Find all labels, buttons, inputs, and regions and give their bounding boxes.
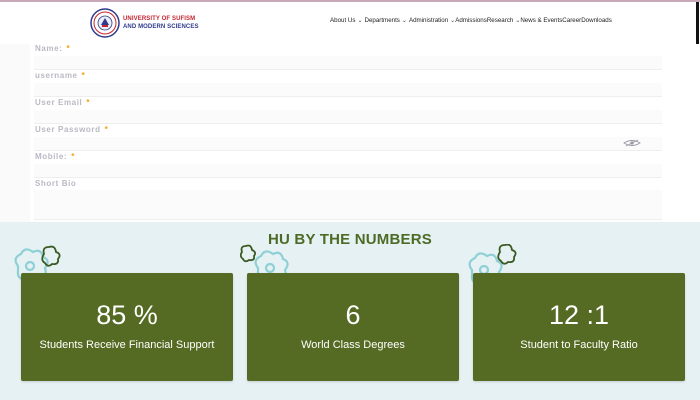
user-password-label: User Password *	[35, 125, 109, 134]
required-marker: *	[81, 71, 86, 80]
nav-about-us[interactable]: About Us ⌄	[330, 17, 362, 24]
stat-label: Students Receive Financial Support	[39, 339, 215, 351]
nav-news-events[interactable]: News & Events	[520, 17, 562, 24]
required-marker: *	[71, 152, 75, 161]
section-title: HU BY THE NUMBERS	[268, 231, 432, 248]
stat-card-faculty-ratio: 12 :1 Student to Faculty Ratio	[473, 273, 685, 381]
short-bio-field[interactable]	[34, 190, 662, 220]
stat-value: 6	[345, 300, 361, 330]
required-marker: *	[66, 44, 71, 53]
logo-wordmark: UNIVERSITY OF SUFISM AND MODERN SCIENCES	[123, 15, 199, 31]
mobile-label: Mobile: *	[35, 152, 75, 161]
user-password-field[interactable]	[34, 137, 662, 151]
stat-card-degrees: 6 World Class Degrees	[247, 273, 459, 381]
stat-value: 85 %	[96, 300, 158, 330]
site-logo[interactable]: UNIVERSITY OF SUFISM AND MODERN SCIENCES	[90, 7, 199, 39]
short-bio-label: Short Bio	[35, 179, 77, 188]
stat-value: 12 :1	[548, 300, 610, 330]
name-field[interactable]	[34, 56, 662, 70]
stat-label: Student to Faculty Ratio	[520, 339, 638, 351]
nav-downloads[interactable]: Downloads	[581, 17, 612, 24]
form-left-margin	[0, 44, 30, 222]
logo-line-1: UNIVERSITY OF SUFISM	[123, 16, 196, 22]
main-nav: About Us ⌄ Departments ⌄ Administration ⌄ A…	[330, 17, 612, 24]
nav-admissions[interactable]: Admissions	[455, 17, 487, 24]
stat-card-financial-support: 85 % Students Receive Financial Support	[21, 273, 233, 381]
nav-research[interactable]: Research ⌄	[487, 17, 521, 24]
site-header: UNIVERSITY OF SUFISM AND MODERN SCIENCES…	[0, 2, 700, 45]
name-label: Name: *	[35, 44, 71, 53]
mobile-field[interactable]	[34, 164, 662, 178]
required-marker: *	[104, 125, 109, 134]
stat-label: World Class Degrees	[301, 339, 405, 351]
nav-career[interactable]: Career	[562, 17, 581, 24]
logo-line-2: AND MODERN SCIENCES	[123, 24, 199, 30]
nav-administration[interactable]: Administration ⌄	[409, 17, 455, 24]
username-field[interactable]	[34, 83, 662, 97]
username-label: username *	[35, 71, 86, 80]
university-seal-icon	[90, 8, 120, 38]
user-email-field[interactable]	[34, 110, 662, 124]
nav-departments[interactable]: Departments ⌄	[364, 17, 406, 24]
eye-slash-icon[interactable]	[622, 139, 642, 147]
required-marker: *	[86, 98, 91, 107]
user-email-label: User Email *	[35, 98, 91, 107]
scrollbar-edge[interactable]	[696, 2, 699, 44]
